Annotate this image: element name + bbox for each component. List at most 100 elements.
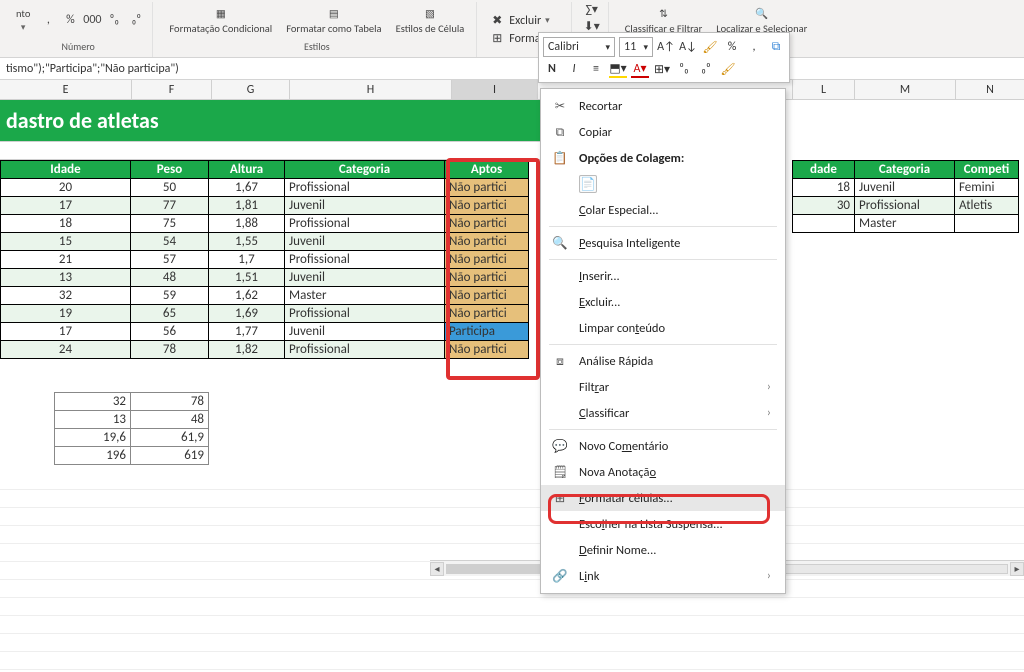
mini-toolbar[interactable]: Calibri▾ 11▾ A↑ A↓ 🖌 % , ⧉ N I ≡ ⬒▾ A▾ ⊞… (538, 32, 790, 83)
formula-bar[interactable]: tismo");"Participa";"Não participa") (0, 58, 1024, 80)
cell-dade[interactable] (793, 215, 855, 233)
col-E[interactable]: E (0, 80, 132, 99)
nto-button[interactable]: nto▾ (12, 5, 34, 35)
decimal-dec-icon[interactable]: ₀⁰ (128, 12, 144, 28)
col-M[interactable]: M (855, 80, 956, 99)
table-row[interactable]: 15541,55JuvenilNão partici (1, 233, 529, 251)
cell-dade[interactable]: 18 (793, 179, 855, 197)
cell-altura[interactable]: 1,51 (209, 269, 285, 287)
cell-aptos[interactable]: Não partici (445, 341, 529, 359)
format-as-table-button[interactable]: ▤ Formatar como Tabela (282, 3, 385, 37)
ctx-cut[interactable]: ✂Recortar (541, 93, 785, 119)
cell-cat2[interactable]: Master (855, 215, 955, 233)
font-size-selector[interactable]: 11▾ (619, 37, 653, 57)
cell-peso[interactable]: 57 (131, 251, 209, 269)
cell-altura[interactable]: 1,82 (209, 341, 285, 359)
cell-idade[interactable]: 13 (1, 269, 131, 287)
scroll-right-button[interactable]: ▸ (1010, 562, 1024, 576)
fill-color-icon[interactable]: ⬒▾ (609, 60, 627, 78)
cell-idade[interactable]: 15 (1, 233, 131, 251)
ctx-insert[interactable]: Inserir... (541, 263, 785, 289)
ctx-smart-lookup[interactable]: 🔍Pesquisa Inteligente (541, 230, 785, 256)
athletes-table[interactable]: Idade Peso Altura Categoria Aptos 20501,… (0, 160, 529, 359)
cell-categoria[interactable]: Profissional (285, 179, 445, 197)
ctx-quick-analysis[interactable]: ⧈Análise Rápida (541, 348, 785, 374)
cell-peso[interactable]: 50 (131, 179, 209, 197)
cell-altura[interactable]: 1,77 (209, 323, 285, 341)
stats-row[interactable]: 196619 (55, 447, 209, 465)
stats-row[interactable]: 3278 (55, 393, 209, 411)
ctx-define-name[interactable]: Definir Nome... (541, 537, 785, 563)
conditional-formatting-button[interactable]: ▦ Formatação Condicional (165, 3, 276, 37)
cell-aptos[interactable]: Não partici (445, 287, 529, 305)
stat-a[interactable]: 196 (55, 447, 131, 465)
cell-idade[interactable]: 24 (1, 341, 131, 359)
stat-a[interactable]: 32 (55, 393, 131, 411)
cell-altura[interactable]: 1,7 (209, 251, 285, 269)
cell-peso[interactable]: 77 (131, 197, 209, 215)
dec-inc-icon[interactable]: ⁰₀ (675, 60, 693, 78)
cell-altura[interactable]: 1,88 (209, 215, 285, 233)
worksheet[interactable]: E F G H I L M N dastro de atletas Idade … (0, 80, 1024, 359)
stat-a[interactable]: 19,6 (55, 429, 131, 447)
table-row[interactable]: 17771,81JuvenilNão partici (1, 197, 529, 215)
cell-altura[interactable]: 1,69 (209, 305, 285, 323)
col-F[interactable]: F (132, 80, 212, 99)
increase-font-icon[interactable]: A↑ (657, 38, 675, 56)
cell-idade[interactable]: 17 (1, 323, 131, 341)
align-icon[interactable]: ≡ (587, 60, 605, 78)
table-row[interactable]: 21571,7ProfissionalNão partici (1, 251, 529, 269)
italic-button[interactable]: I (565, 60, 583, 78)
right-table[interactable]: dade Categoria Competi 18JuvenilFemini30… (792, 160, 1019, 233)
stats-row[interactable]: 1348 (55, 411, 209, 429)
table-row[interactable]: 18751,88ProfissionalNão partici (1, 215, 529, 233)
format-painter2-icon[interactable]: 🖌 (719, 60, 737, 78)
right-row[interactable]: 30ProfissionalAtletis (793, 197, 1019, 215)
ctx-sort[interactable]: Classificar› (541, 400, 785, 426)
column-headers[interactable]: E F G H I L M N (0, 80, 1024, 100)
cell-categoria[interactable]: Juvenil (285, 197, 445, 215)
decimal-inc-icon[interactable]: ⁰₀ (106, 12, 122, 28)
ctx-link[interactable]: 🔗Link› (541, 563, 785, 589)
cell-peso[interactable]: 78 (131, 341, 209, 359)
col-L[interactable]: L (793, 80, 855, 99)
ctx-paste-special[interactable]: CColar Especial...olar Especial... (541, 197, 785, 223)
table-row[interactable]: 32591,62MasterNão partici (1, 287, 529, 305)
stat-a[interactable]: 13 (55, 411, 131, 429)
stat-b[interactable]: 619 (131, 447, 209, 465)
cell-aptos[interactable]: Não partici (445, 197, 529, 215)
cell-cat2[interactable]: Profissional (855, 197, 955, 215)
format-painter-icon[interactable]: 🖌 (701, 38, 719, 56)
cell-idade[interactable]: 19 (1, 305, 131, 323)
dec-dec-icon[interactable]: ₀⁰ (697, 60, 715, 78)
th-altura[interactable]: Altura (209, 161, 285, 179)
cell-aptos[interactable]: Não partici (445, 233, 529, 251)
stat-b[interactable]: 78 (131, 393, 209, 411)
scroll-left-button[interactable]: ◂ (430, 562, 444, 576)
cell-categoria[interactable]: Profissional (285, 341, 445, 359)
cell-categoria[interactable]: Profissional (285, 251, 445, 269)
table-row[interactable]: 13481,51JuvenilNão partici (1, 269, 529, 287)
ctx-delete[interactable]: Excluir... (541, 289, 785, 315)
cell-aptos[interactable]: Não partici (445, 269, 529, 287)
cell-peso[interactable]: 48 (131, 269, 209, 287)
comma-style-icon[interactable]: , (745, 38, 763, 56)
ctx-format-cells[interactable]: ⊞Formatar células... (541, 485, 785, 511)
col-G[interactable]: G (212, 80, 290, 99)
th-categoria2[interactable]: Categoria (855, 161, 955, 179)
table-header-row[interactable]: Idade Peso Altura Categoria Aptos (1, 161, 529, 179)
cell-altura[interactable]: 1,62 (209, 287, 285, 305)
percent-style-icon[interactable]: % (723, 38, 741, 56)
cell-cat2[interactable]: Juvenil (855, 179, 955, 197)
ctx-filter[interactable]: Filtrar› (541, 374, 785, 400)
stat-b[interactable]: 61,9 (131, 429, 209, 447)
th-idade[interactable]: Idade (1, 161, 131, 179)
cell-altura[interactable]: 1,81 (209, 197, 285, 215)
cell-peso[interactable]: 65 (131, 305, 209, 323)
cell-aptos[interactable]: Não partici (445, 305, 529, 323)
th-compe[interactable]: Competi (955, 161, 1019, 179)
cell-categoria[interactable]: Juvenil (285, 323, 445, 341)
cell-idade[interactable]: 17 (1, 197, 131, 215)
cell-categoria[interactable]: Juvenil (285, 233, 445, 251)
bold-button[interactable]: N (543, 60, 561, 78)
